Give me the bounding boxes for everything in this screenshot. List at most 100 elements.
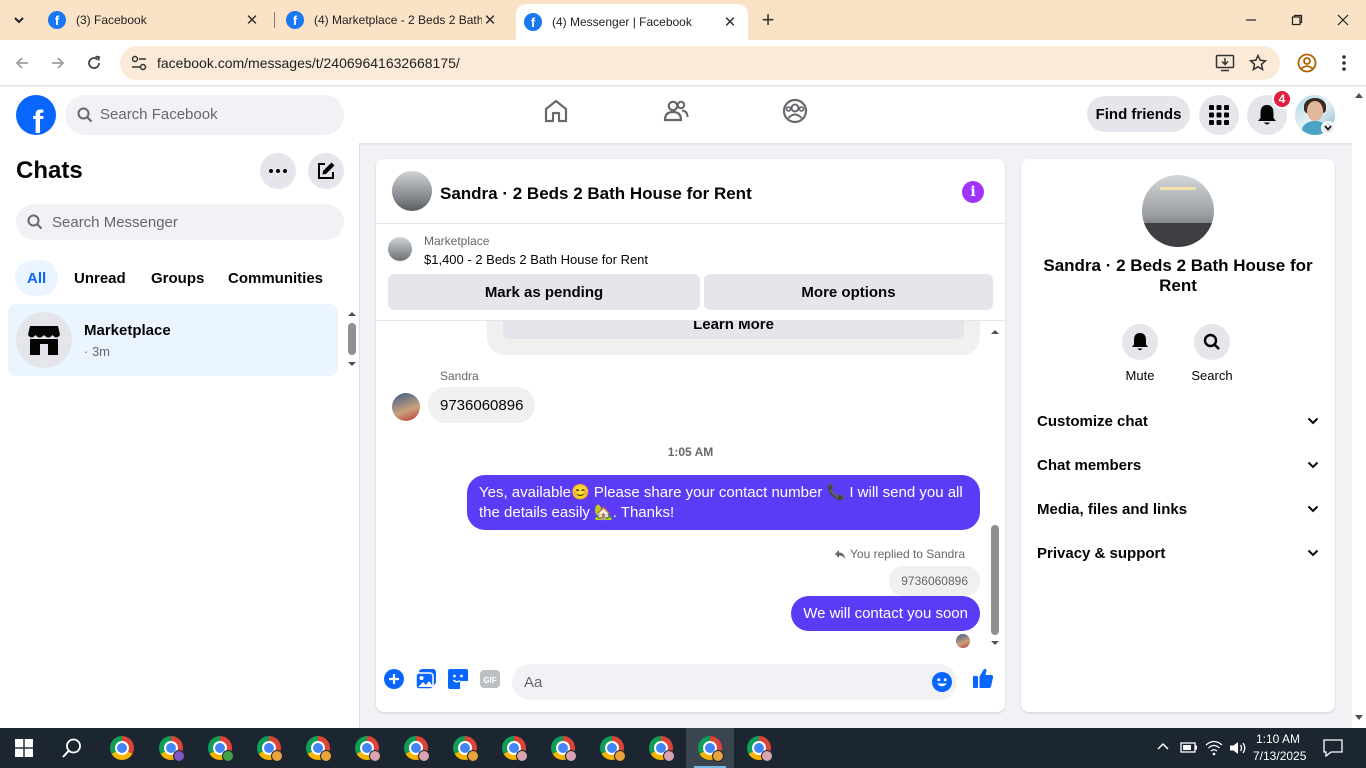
tray-overflow-icon[interactable] [1157, 741, 1169, 753]
find-friends-button[interactable]: Find friends [1087, 96, 1190, 132]
privacy-support-section[interactable]: Privacy & support [1037, 531, 1319, 575]
mute-action[interactable]: Mute [1110, 324, 1170, 383]
mute-label: Mute [1125, 368, 1155, 383]
conversation-avatar[interactable] [392, 171, 432, 211]
chat-list-item[interactable]: Marketplace · 3m [8, 304, 338, 376]
chrome-profile-taskbar-icon[interactable] [490, 728, 538, 768]
close-tab-icon[interactable]: ✕ [482, 12, 498, 29]
tab-title: (3) Facebook [76, 13, 147, 27]
more-options-button[interactable]: More options [704, 274, 993, 310]
back-button[interactable] [8, 49, 36, 77]
search-placeholder: Search Facebook [100, 106, 218, 123]
sender-avatar[interactable] [392, 393, 420, 421]
chrome-profile-taskbar-icon[interactable] [441, 728, 489, 768]
restore-button[interactable] [1274, 0, 1320, 40]
quoted-message[interactable]: 9736060896 [889, 566, 980, 596]
outgoing-message[interactable]: We will contact you soon [791, 596, 980, 631]
filter-all[interactable]: All [15, 260, 59, 296]
close-tab-icon[interactable]: ✕ [244, 12, 260, 29]
facebook-logo[interactable]: f [16, 95, 56, 135]
learn-more-button[interactable]: Learn More [503, 321, 964, 339]
chrome-profile-taskbar-icon[interactable] [245, 728, 293, 768]
chrome-profile-taskbar-icon[interactable] [539, 728, 587, 768]
reload-button[interactable] [80, 49, 108, 77]
filter-unread[interactable]: Unread [62, 260, 138, 296]
tab-search-dropdown[interactable] [5, 6, 33, 34]
gif-icon[interactable]: GIF [479, 668, 501, 690]
address-bar[interactable]: facebook.com/messages/t/2406964163266817… [120, 46, 1280, 80]
browser-menu-button[interactable] [1330, 49, 1358, 77]
chrome-profile-taskbar-icon[interactable] [196, 728, 244, 768]
arrow-right-icon [52, 57, 65, 69]
customize-chat-section[interactable]: Customize chat [1037, 399, 1319, 443]
taskbar-search-button[interactable] [48, 728, 96, 768]
chrome-profile-taskbar-icon-active[interactable] [686, 728, 734, 768]
mark-as-pending-button[interactable]: Mark as pending [388, 274, 700, 310]
chrome-profile-taskbar-icon[interactable] [147, 728, 195, 768]
system-clock[interactable]: 1:10 AM 7/13/2025 [1253, 731, 1306, 765]
chat-list-scrollbar[interactable] [346, 308, 358, 370]
filter-groups[interactable]: Groups [139, 260, 216, 296]
chat-members-section[interactable]: Chat members [1037, 443, 1319, 487]
chevron-down-icon [1307, 505, 1319, 513]
outgoing-message[interactable]: Yes, available😊 Please share your contac… [467, 475, 980, 530]
start-button[interactable] [0, 728, 48, 768]
menu-button[interactable] [1199, 95, 1239, 135]
listing-title[interactable]: $1,400 - 2 Beds 2 Bath House for Rent [424, 252, 648, 267]
info-icon[interactable]: i [962, 181, 984, 203]
site-settings-icon[interactable] [130, 54, 148, 72]
tab-title: (4) Messenger | Facebook [552, 15, 692, 29]
message-input[interactable]: Aa [512, 664, 957, 700]
incoming-message[interactable]: 9736060896 [428, 387, 536, 423]
chrome-profile-taskbar-icon[interactable] [294, 728, 342, 768]
facebook-search-input[interactable]: Search Facebook [65, 95, 344, 135]
search-action[interactable]: Search [1182, 324, 1242, 383]
forward-button[interactable] [44, 49, 72, 77]
friends-nav-button[interactable] [663, 98, 689, 124]
plus-icon[interactable] [383, 668, 405, 690]
chrome-profile-taskbar-icon[interactable] [735, 728, 783, 768]
chevron-down-icon[interactable] [1321, 121, 1335, 135]
messenger-search-input[interactable]: Search Messenger [16, 204, 344, 240]
close-tab-icon[interactable]: ✕ [722, 14, 738, 31]
sticker-icon[interactable] [447, 668, 469, 690]
filter-communities[interactable]: Communities [216, 260, 335, 296]
chrome-taskbar-icon[interactable] [98, 728, 146, 768]
new-tab-button[interactable]: + [756, 7, 780, 32]
section-label: Media, files and links [1037, 500, 1188, 518]
minimize-icon [1246, 19, 1256, 21]
like-thumb-icon[interactable] [972, 667, 994, 689]
chrome-profile-taskbar-icon[interactable] [588, 728, 636, 768]
chrome-profile-taskbar-icon[interactable] [392, 728, 440, 768]
listing-thumbnail[interactable] [388, 237, 412, 261]
battery-icon[interactable] [1180, 740, 1198, 754]
browser-tab[interactable]: f (4) Marketplace - 2 Beds 2 Bath ✕ [278, 0, 510, 40]
notifications-badge: 4 [1272, 89, 1292, 109]
volume-icon[interactable] [1229, 740, 1247, 756]
page-scrollbar[interactable] [1352, 87, 1366, 728]
new-message-button[interactable] [308, 153, 344, 189]
home-nav-button[interactable] [543, 98, 569, 124]
close-window-button[interactable] [1320, 0, 1366, 40]
message-list: Learn More Sandra 9736060896 1:05 AM Yes… [376, 321, 1005, 652]
install-app-icon[interactable] [1215, 54, 1235, 72]
browser-tab-active[interactable]: f (4) Messenger | Facebook ✕ [516, 4, 748, 40]
conversation-info-avatar[interactable] [1142, 175, 1214, 247]
groups-nav-button[interactable] [782, 98, 808, 124]
message-list-scrollbar[interactable] [988, 325, 1002, 651]
notification-center-icon[interactable] [1323, 739, 1343, 757]
message-composer: GIF Aa [376, 655, 1005, 712]
minimize-button[interactable] [1228, 0, 1274, 40]
chrome-profile-taskbar-icon[interactable] [637, 728, 685, 768]
bookmark-star-icon[interactable] [1249, 54, 1267, 72]
profile-button[interactable] [1293, 49, 1321, 77]
browser-tab[interactable]: f (3) Facebook ✕ [40, 0, 272, 40]
conversation-title[interactable]: Sandra · 2 Beds 2 Bath House for Rent [440, 184, 752, 204]
wifi-icon[interactable] [1205, 740, 1223, 756]
media-files-links-section[interactable]: Media, files and links [1037, 487, 1319, 531]
photo-icon[interactable] [415, 668, 437, 690]
chat-options-button[interactable] [260, 153, 296, 189]
conversation-header: Sandra · 2 Beds 2 Bath House for Rent i [376, 159, 1005, 224]
more-horizontal-icon [269, 169, 287, 173]
chrome-profile-taskbar-icon[interactable] [343, 728, 391, 768]
